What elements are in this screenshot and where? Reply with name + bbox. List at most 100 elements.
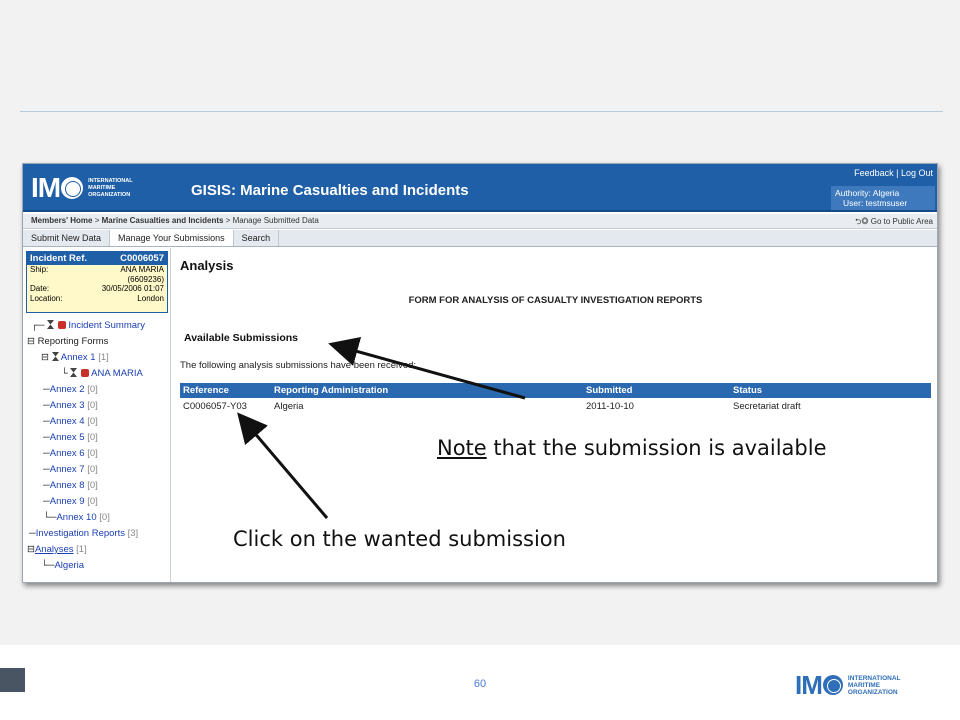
sidebar: Incident Ref. C0006057 Ship: ANA MARIA (… [23, 248, 171, 582]
note-word: Note [437, 436, 487, 460]
tab-bar: Submit New Data Manage Your Submissions … [23, 230, 937, 247]
footer-logo-mark: IM [795, 670, 844, 701]
tree-item-annex[interactable]: ─Annex 4 [0] [43, 416, 98, 427]
app-title: GISIS: Marine Casualties and Incidents [191, 182, 469, 199]
location-label: Location: [30, 293, 63, 303]
tree-line: ─ [43, 432, 50, 443]
breadcrumb-home[interactable]: Members' Home [31, 216, 92, 225]
column-header-status: Status [730, 383, 931, 398]
tree-item-annex[interactable]: ─Annex 2 [0] [43, 384, 98, 395]
public-area-label: Go to Public Area [870, 217, 933, 226]
submissions-table: Reference Reporting Administration Submi… [180, 383, 931, 415]
submission-administration: Algeria [274, 401, 304, 412]
delete-icon [57, 321, 66, 329]
hourglass-icon [70, 368, 78, 377]
tree-item-analyses[interactable]: ⊟Analyses [1] [27, 544, 87, 555]
public-area-link[interactable]: ⮌◎ Go to Public Area [855, 216, 933, 230]
user-info-box: Authority: Algeria User: testmsuser [831, 186, 935, 210]
tree-item-annex[interactable]: ─Annex 5 [0] [43, 432, 98, 443]
ship-label: Ship: [30, 265, 49, 274]
tab-search[interactable]: Search [234, 230, 280, 246]
tree-item-count: [1] [76, 544, 87, 555]
tree-item-label: Annex 5 [49, 432, 85, 443]
tree-item-ana-maria[interactable]: └ ANA MARIA [61, 368, 143, 379]
corner-block [0, 668, 25, 692]
tree-item-label: Annex 10 [56, 512, 97, 523]
tree-item-annex[interactable]: ─Annex 6 [0] [43, 448, 98, 459]
date-label: Date: [30, 284, 50, 293]
date-value: 30/05/2006 01:07 [101, 284, 164, 293]
tree-item-count: [0] [87, 464, 98, 475]
tree-line: └─ [43, 512, 57, 523]
authority-label: Authority: Algeria [835, 188, 900, 198]
submission-date: 2011-10-10 [586, 401, 634, 412]
tree-item-count: [0] [87, 432, 98, 443]
column-header-administration: Reporting Administration [271, 383, 583, 398]
tree-item-investigation-reports[interactable]: ─Investigation Reports [3] [29, 528, 138, 539]
tree-line: ─ [43, 416, 50, 427]
tree-item-annex[interactable]: ─Annex 3 [0] [43, 400, 98, 411]
tree-item-label: Annex 7 [49, 464, 85, 475]
incident-date-row: Date: 30/05/2006 01:07 [27, 284, 167, 294]
tree-item-count: [0] [87, 384, 98, 395]
ship-number: (6609236) [127, 274, 164, 284]
breadcrumb-sep: > [225, 216, 231, 225]
incident-card-header: Incident Ref. C0006057 [27, 252, 167, 265]
tree-item-annex-1[interactable]: ⊟ Annex 1 [1] [41, 352, 109, 363]
note-annotation: Note that the submission is available [437, 436, 827, 460]
tree-item-algeria[interactable]: └─Algeria [41, 560, 84, 571]
link-separator: | [893, 168, 901, 178]
ship-value: ANA MARIA [120, 265, 164, 274]
breadcrumb-section[interactable]: Marine Casualties and Incidents [102, 216, 224, 225]
footer-imo-logo: IM INTERNATIONAL MARITIME ORGANIZATION [795, 670, 945, 700]
tree-item-incident-summary[interactable]: ┌─ Incident Summary [31, 320, 145, 331]
click-annotation: Click on the wanted submission [233, 527, 566, 551]
public-area-icon: ⮌◎ [854, 217, 871, 226]
location-value: London [137, 293, 164, 303]
hourglass-icon [47, 320, 55, 329]
tree-item-annex[interactable]: ─Annex 9 [0] [43, 496, 98, 507]
tab-manage-submissions[interactable]: Manage Your Submissions [110, 230, 234, 246]
tree-item-label: Algeria [54, 560, 85, 571]
available-submissions-heading: Available Submissions [184, 332, 298, 344]
delete-icon [81, 369, 90, 377]
incident-location-row: Location: London [27, 294, 167, 304]
tree-item-reporting-forms[interactable]: ⊟ Reporting Forms [27, 336, 108, 347]
tree-line: └ [61, 368, 68, 379]
incident-ship-no-row: (6609236) [27, 275, 167, 285]
tab-submit-new-data[interactable]: Submit New Data [23, 230, 111, 246]
imo-logo: IM INTERNATIONAL MARITIME ORGANIZATION [31, 172, 144, 204]
hourglass-icon [51, 352, 59, 361]
tree-item-label: Annex 8 [49, 480, 85, 491]
collapse-icon: ⊟ [27, 336, 35, 347]
logout-link[interactable]: Log Out [901, 168, 933, 178]
tree-item-count: [0] [87, 496, 98, 507]
slide-divider [20, 111, 943, 112]
logo-mark: IM [31, 172, 84, 204]
feedback-link[interactable]: Feedback [854, 168, 894, 178]
tree-item-label: Annex 6 [49, 448, 85, 459]
tree-item-annex[interactable]: ─Annex 7 [0] [43, 464, 98, 475]
tree-line: ─ [43, 480, 50, 491]
user-label: User: testmsuser [843, 198, 908, 208]
tree-line: ─ [43, 448, 50, 459]
tree-item-annex[interactable]: └─Annex 10 [0] [43, 512, 110, 523]
breadcrumb-sep: > [94, 216, 100, 225]
column-header-reference: Reference [180, 383, 271, 398]
tree-item-label: Annex 4 [49, 416, 85, 427]
tree-item-label: Annex 9 [49, 496, 85, 507]
tree-item-annex[interactable]: ─Annex 8 [0] [43, 480, 98, 491]
tree-line: ─ [43, 496, 50, 507]
incident-ship-row: Ship: ANA MARIA [27, 265, 167, 275]
tree-item-label: Annex 1 [60, 352, 96, 363]
tree-line: └─ [41, 560, 55, 571]
note-text: that the submission is available [486, 436, 827, 460]
globe-icon [61, 177, 84, 199]
submission-reference[interactable]: C0006057-Y03 [180, 398, 271, 415]
tree-item-label: Analyses [34, 544, 74, 555]
table-row[interactable]: C0006057-Y03 Algeria 2011-10-10 Secretar… [180, 398, 931, 415]
tree-item-label: Reporting Forms [37, 336, 109, 347]
globe-icon [822, 675, 843, 695]
incident-card: Incident Ref. C0006057 Ship: ANA MARIA (… [26, 251, 168, 313]
submission-status: Secretariat draft [733, 401, 801, 412]
